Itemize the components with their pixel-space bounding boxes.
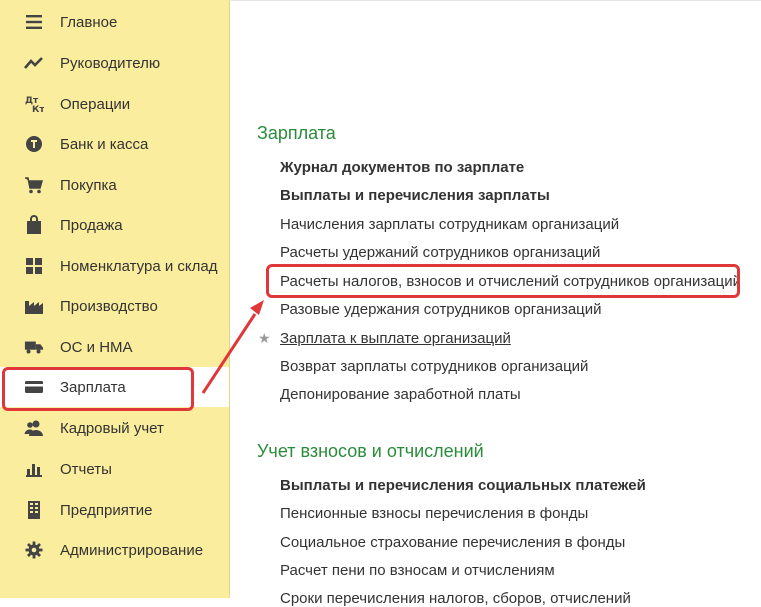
link-deductions-calc[interactable]: Расчеты удержаний сотрудников организаци…: [280, 244, 600, 261]
shopping-bag-icon: [24, 215, 44, 235]
debit-credit-icon: Дт Кт: [24, 94, 44, 114]
sidebar-item-purchase[interactable]: Покупка: [0, 165, 229, 205]
link-salary-return[interactable]: Возврат зарплаты сотрудников организаций: [280, 358, 588, 375]
sidebar-item-label: Предприятие: [60, 501, 153, 519]
link-payment-deadlines[interactable]: Сроки перечисления налогов, сборов, отчи…: [280, 590, 631, 607]
link-salary-journal[interactable]: Журнал документов по зарплате: [280, 159, 524, 176]
section-title-contributions: Учет взносов и отчислений: [257, 441, 484, 461]
sidebar-item-main[interactable]: Главное: [0, 2, 229, 42]
link-salary-to-pay[interactable]: Зарплата к выплате организаций: [280, 330, 511, 347]
sidebar-item-label: Производство: [60, 297, 158, 315]
sidebar-item-inventory[interactable]: Номенклатура и склад: [0, 246, 229, 286]
link-penalty-calc[interactable]: Расчет пени по взносам и отчислениям: [280, 562, 555, 579]
sidebar-item-label: ОС и НМА: [60, 338, 133, 356]
people-icon: [24, 418, 44, 438]
bar-chart-icon: [24, 459, 44, 479]
factory-icon: [24, 296, 44, 316]
cart-icon: [24, 175, 44, 195]
sidebar-item-sales[interactable]: Продажа: [0, 205, 229, 245]
sidebar-item-label: Операции: [60, 95, 131, 113]
sidebar-item-fixed-assets[interactable]: ОС и НМА: [0, 327, 229, 367]
sidebar-item-label: Отчеты: [60, 460, 112, 478]
sidebar-item-enterprise[interactable]: Предприятие: [0, 490, 229, 530]
link-pension-contributions[interactable]: Пенсионные взносы перечисления в фонды: [280, 505, 588, 522]
sidebar-item-label: Главное: [60, 13, 118, 31]
link-salary-deposit[interactable]: Депонирование заработной платы: [280, 386, 521, 403]
trend-chart-icon: [24, 53, 44, 73]
gear-icon: [24, 540, 44, 560]
sidebar-item-production[interactable]: Производство: [0, 286, 229, 326]
highlight-box-salary-menu: [2, 367, 194, 411]
sidebar-item-label: Администрирование: [60, 541, 204, 559]
link-one-time-deductions[interactable]: Разовые удержания сотрудников организаци…: [280, 301, 602, 318]
link-salary-payments[interactable]: Выплаты и перечисления зарплаты: [280, 187, 550, 204]
sidebar: Главное Руководителю Дт Кт Операции Банк …: [0, 0, 230, 598]
sidebar-item-label: Руководителю: [60, 54, 161, 72]
grid-icon: [24, 256, 44, 276]
sidebar-item-label: Номенклатура и склад: [60, 257, 218, 275]
star-icon[interactable]: ★: [258, 330, 271, 347]
sidebar-item-label: Покупка: [60, 176, 117, 194]
sidebar-item-reports[interactable]: Отчеты: [0, 449, 229, 489]
sidebar-item-bank[interactable]: Банк и касса: [0, 124, 229, 164]
svg-text:Кт: Кт: [32, 105, 44, 114]
coin-icon: [24, 134, 44, 154]
link-social-insurance[interactable]: Социальное страхование перечисления в фо…: [280, 534, 625, 551]
sidebar-item-label: Банк и касса: [60, 135, 149, 153]
sidebar-item-manager[interactable]: Руководителю: [0, 43, 229, 83]
content-top-border: [231, 0, 761, 1]
highlight-box-target-link: [266, 264, 740, 298]
sidebar-item-label: Продажа: [60, 216, 123, 234]
sidebar-item-hr[interactable]: Кадровый учет: [0, 408, 229, 448]
sidebar-item-operations[interactable]: Дт Кт Операции: [0, 84, 229, 124]
truck-icon: [24, 337, 44, 357]
menu-lines-icon: [24, 12, 44, 32]
sidebar-item-label: Кадровый учет: [60, 419, 164, 437]
link-social-payments[interactable]: Выплаты и перечисления социальных платеж…: [280, 477, 646, 494]
section-title-salary: Зарплата: [257, 123, 336, 143]
building-icon: [24, 500, 44, 520]
link-salary-accruals[interactable]: Начисления зарплаты сотрудникам организа…: [280, 216, 619, 233]
sidebar-item-administration[interactable]: Администрирование: [0, 530, 229, 570]
